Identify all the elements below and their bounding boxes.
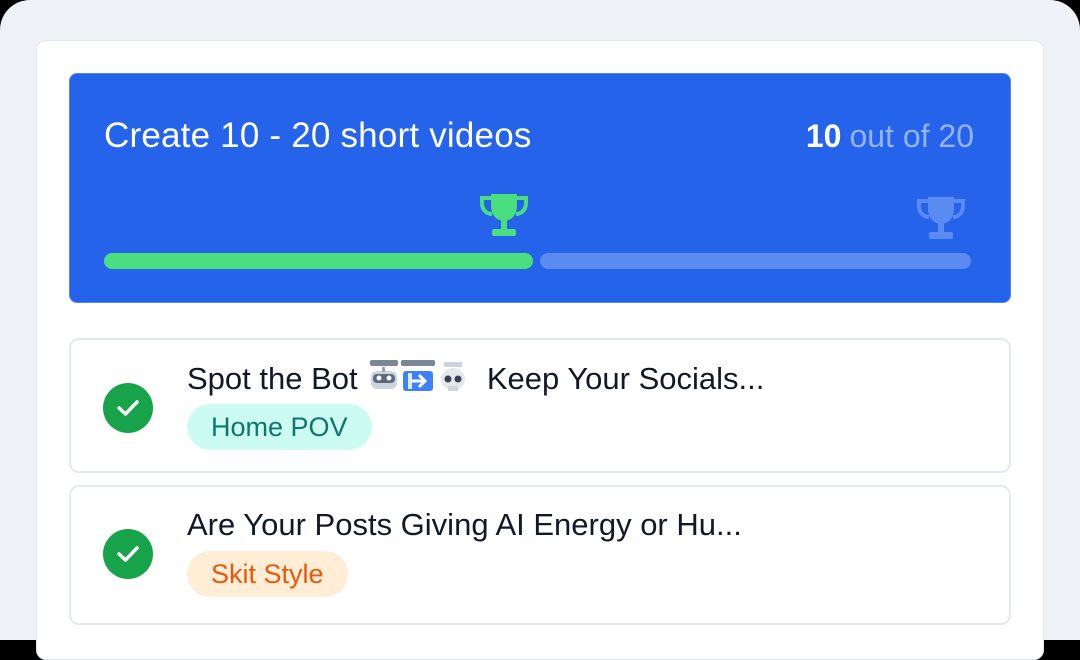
progress-bar-remaining [540,253,971,269]
task-title-suffix: Keep Your Socials... [486,361,765,396]
goal-trophy-icon [917,197,965,239]
style-tag: Skit Style [187,551,348,597]
trophy-icon [480,194,528,236]
skull-emoji [441,362,466,391]
check-icon [103,529,153,579]
robot-emoji [370,360,399,389]
task-title: Are Your Posts Giving AI Energy or Hu... [187,507,742,542]
goal-panel: Create 10 - 20 short videos 10 out of 20 [69,73,1011,303]
progress-bar-filled [104,253,533,269]
task-item[interactable]: Are Your Posts Giving AI Energy or Hu...… [69,485,1011,625]
goal-progress-count: 10 out of 20 [806,116,974,156]
task-title-prefix: Spot the Bot [187,361,358,396]
check-icon [103,383,153,433]
task-title: Spot the Bot Keep Your Socials... [187,358,764,399]
task-title-emojis [368,358,474,392]
task-item[interactable]: Spot the Bot Keep Your Socials... Home P… [69,338,1011,473]
style-tag: Home POV [187,404,372,450]
arrow-emoji [401,360,436,391]
goal-title: Create 10 - 20 short videos [104,116,532,155]
progress-total: out of 20 [849,118,974,154]
progress-current: 10 [805,118,842,154]
